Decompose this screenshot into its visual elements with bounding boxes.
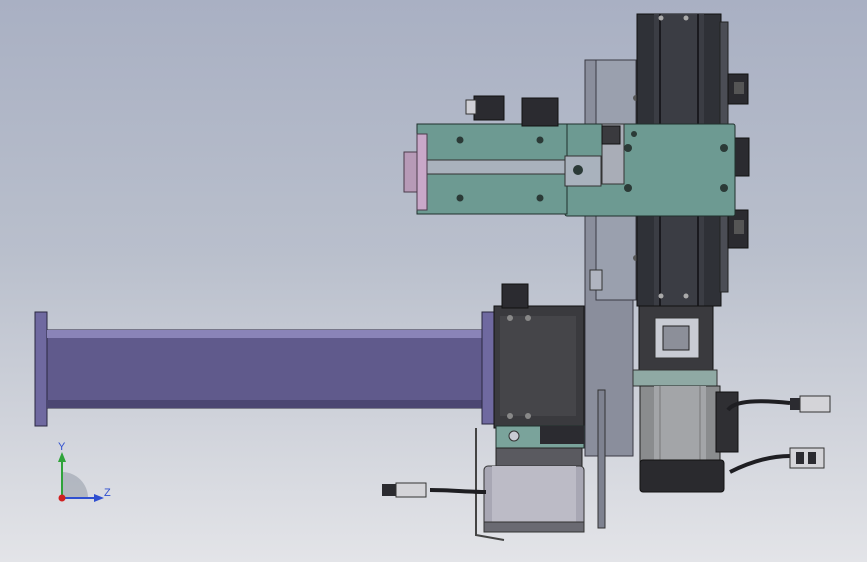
horizontal-beam bbox=[34, 311, 497, 427]
servo-motor-main bbox=[632, 305, 739, 493]
axis-triad: Y Z bbox=[58, 441, 111, 502]
z-axis-label: Z bbox=[104, 487, 111, 499]
drive-motor-housing bbox=[493, 283, 585, 449]
y-axis-label: Y bbox=[58, 441, 66, 453]
x-axis-dot bbox=[58, 494, 66, 502]
cad-viewport[interactable] bbox=[0, 0, 867, 562]
